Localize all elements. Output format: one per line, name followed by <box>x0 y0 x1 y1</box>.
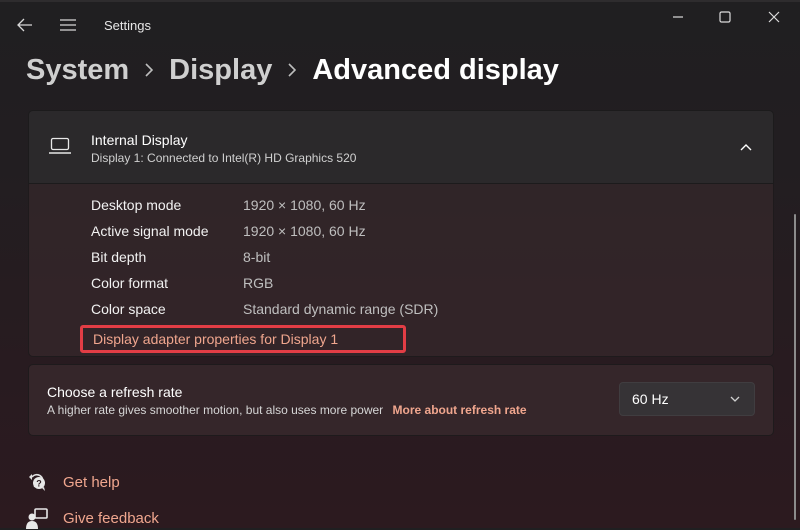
property-label: Active signal mode <box>91 223 209 239</box>
hamburger-menu-icon <box>60 19 76 31</box>
internal-display-header[interactable]: Internal Display Display 1: Connected to… <box>28 110 774 184</box>
property-value: 1920 × 1080, 60 Hz <box>243 197 366 213</box>
display-adapter-properties-link[interactable]: Display adapter properties for Display 1 <box>80 325 406 353</box>
breadcrumb: System Display Advanced display <box>26 48 559 92</box>
get-help-link[interactable]: ? Get help <box>26 470 120 494</box>
breadcrumb-system[interactable]: System <box>26 54 129 87</box>
property-row: Color format RGB <box>91 270 273 296</box>
property-label: Color space <box>91 301 166 317</box>
refresh-rate-description-text: A higher rate gives smoother motion, but… <box>47 403 384 417</box>
display-title: Internal Display <box>91 132 188 148</box>
refresh-rate-title: Choose a refresh rate <box>47 384 183 400</box>
breadcrumb-display[interactable]: Display <box>169 54 272 87</box>
property-label: Bit depth <box>91 249 147 265</box>
property-row: Color space Standard dynamic range (SDR) <box>91 296 438 322</box>
laptop-icon <box>49 137 71 154</box>
help-icon: ? <box>26 471 48 493</box>
maximize-button[interactable] <box>702 4 748 30</box>
more-about-refresh-rate-link[interactable]: More about refresh rate <box>393 403 527 417</box>
give-feedback-label: Give feedback <box>63 509 159 527</box>
feedback-icon <box>26 507 48 529</box>
property-label: Desktop mode <box>91 197 182 213</box>
app-title: Settings <box>104 18 151 33</box>
close-icon <box>768 11 780 23</box>
display-subtitle: Display 1: Connected to Intel(R) HD Grap… <box>91 151 357 165</box>
minimize-button[interactable] <box>655 4 701 30</box>
minimize-icon <box>673 16 683 18</box>
refresh-rate-description: A higher rate gives smoother motion, but… <box>47 403 527 417</box>
refresh-rate-selected-value: 60 Hz <box>632 391 669 407</box>
adapter-link-label: Display adapter properties for Display 1 <box>93 331 339 347</box>
chevron-up-icon <box>740 144 752 151</box>
property-value: Standard dynamic range (SDR) <box>243 301 439 317</box>
svg-text:?: ? <box>36 479 42 489</box>
chevron-right-icon <box>145 63 154 77</box>
refresh-rate-dropdown[interactable]: 60 Hz <box>619 382 755 416</box>
display-properties-panel: Desktop mode 1920 × 1080, 60 Hz Active s… <box>28 184 774 357</box>
back-button[interactable] <box>12 12 38 38</box>
property-value: RGB <box>243 275 274 291</box>
page-title: Advanced display <box>312 53 559 86</box>
property-label: Color format <box>91 275 169 291</box>
refresh-rate-card: Choose a refresh rate A higher rate give… <box>28 364 774 436</box>
navigation-menu-button[interactable] <box>55 12 81 38</box>
property-row: Active signal mode 1920 × 1080, 60 Hz <box>91 218 366 244</box>
property-value: 1920 × 1080, 60 Hz <box>243 223 366 239</box>
property-value: 8-bit <box>243 249 271 265</box>
title-bar: Settings <box>0 0 800 48</box>
close-button[interactable] <box>751 4 797 30</box>
property-row: Desktop mode 1920 × 1080, 60 Hz <box>91 192 366 218</box>
chevron-right-icon <box>288 63 297 77</box>
property-row: Bit depth 8-bit <box>91 244 270 270</box>
give-feedback-link[interactable]: Give feedback <box>26 506 159 530</box>
chevron-down-icon <box>730 396 740 402</box>
back-arrow-icon <box>17 18 32 32</box>
vertical-scrollbar[interactable] <box>794 214 796 520</box>
collapse-button[interactable] <box>735 137 757 157</box>
maximize-icon <box>719 11 731 23</box>
get-help-label: Get help <box>63 473 120 491</box>
